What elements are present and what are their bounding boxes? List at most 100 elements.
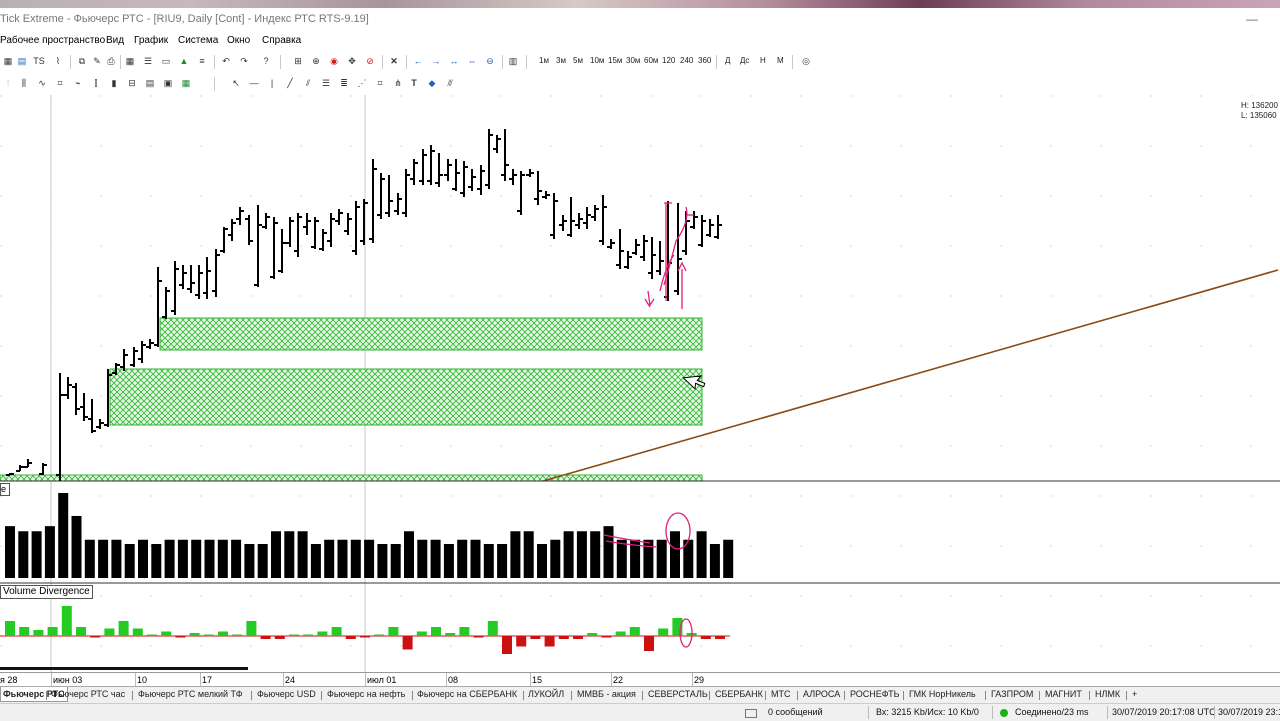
tf-120[interactable]: 120 xyxy=(662,56,675,65)
menu-system[interactable]: Система xyxy=(178,35,218,46)
zoom-out-icon[interactable]: ⊖ xyxy=(484,55,496,67)
layout-icon[interactable]: ▤ xyxy=(16,55,28,67)
period-week[interactable]: Н xyxy=(760,56,766,65)
tab-severstal[interactable]: СЕВЕРСТАЛЬ xyxy=(648,689,708,699)
window-icon[interactable]: ▭ xyxy=(160,55,172,67)
gann-icon[interactable]: ⋰ xyxy=(356,77,368,89)
arrow-tool-icon[interactable]: ⫻ xyxy=(444,77,456,89)
print-icon[interactable]: ⎙ xyxy=(105,55,117,67)
indicator-icon[interactable]: ⌗ xyxy=(54,77,66,89)
tab-alrosa[interactable]: АЛРОСА xyxy=(803,689,840,699)
menu-workspace[interactable]: Рабочее пространство xyxy=(0,35,105,46)
zoom-in-icon[interactable]: ⊕ xyxy=(310,55,322,67)
edit-icon[interactable]: ✎ xyxy=(91,55,103,67)
tf-15m[interactable]: 15м xyxy=(608,56,622,65)
divergence-bar xyxy=(118,621,129,636)
bar-chart-icon[interactable]: ⫶ xyxy=(2,77,14,89)
period-day-session[interactable]: Дс xyxy=(740,56,749,65)
pan-icon[interactable]: ✥ xyxy=(346,55,358,67)
period-day[interactable]: Д xyxy=(725,56,730,65)
tab-usd-futures[interactable]: Фьючерс USD xyxy=(257,689,316,699)
candle-icon[interactable]: ⫼ xyxy=(18,77,30,89)
tab-mts[interactable]: МТС xyxy=(771,689,791,699)
tab-lukoil[interactable]: ЛУКОЙЛ xyxy=(528,689,564,699)
text-tool-icon[interactable]: T xyxy=(408,77,420,89)
save-template-icon[interactable]: ▣ xyxy=(162,77,174,89)
scroll-right-icon[interactable]: → xyxy=(430,55,442,67)
zoom-fit-icon[interactable]: ⊞ xyxy=(292,55,304,67)
sync-icon[interactable]: ◎ xyxy=(800,55,812,67)
hline-icon[interactable]: — xyxy=(248,77,260,89)
channel-icon[interactable]: ⫽ xyxy=(302,77,314,89)
tf-360[interactable]: 360 xyxy=(698,56,711,65)
help-icon[interactable]: ? xyxy=(260,55,272,67)
tf-60m[interactable]: 60м xyxy=(644,56,658,65)
list-icon[interactable]: ☰ xyxy=(142,55,154,67)
scroll-left-icon[interactable]: ← xyxy=(412,55,424,67)
copy-icon[interactable]: ⧉ xyxy=(76,55,88,67)
menu-view[interactable]: Вид xyxy=(106,35,124,46)
tab-add[interactable]: + xyxy=(1132,689,1137,699)
undo-icon[interactable]: ↶ xyxy=(220,55,232,67)
tab-sber-futures[interactable]: Фьючерс на СБЕРБАНК xyxy=(417,689,517,699)
tf-30m[interactable]: 30м xyxy=(626,56,640,65)
volume-bar xyxy=(31,531,42,578)
fibo-icon[interactable]: ☰ xyxy=(320,77,332,89)
pitchfork-icon[interactable]: ⋔ xyxy=(392,77,404,89)
menu-chart[interactable]: График xyxy=(134,35,168,46)
price-chart[interactable] xyxy=(0,95,1280,672)
tf-1m[interactable]: 1м xyxy=(539,56,549,65)
tab-mmvb[interactable]: ММВБ - акция xyxy=(577,689,636,699)
divergence-bar xyxy=(218,631,228,636)
redo-icon[interactable]: ↷ xyxy=(238,55,250,67)
chart-area[interactable]: H: 136200 L: 135060 e Volume Divergence xyxy=(0,95,1280,672)
study-icon[interactable]: ⌁ xyxy=(72,77,84,89)
target-icon[interactable]: ◉ xyxy=(328,55,340,67)
tab-sberbank[interactable]: СБЕРБАНК xyxy=(715,689,763,699)
grid-icon[interactable]: ▦ xyxy=(2,55,14,67)
alert-icon[interactable]: ▲ xyxy=(178,55,190,67)
table-icon[interactable]: ▦ xyxy=(124,55,136,67)
tab-oil-futures[interactable]: Фьючерс на нефть xyxy=(327,689,405,699)
menu-help[interactable]: Справка xyxy=(262,35,301,46)
tab-gazprom[interactable]: ГАЗПРОМ xyxy=(991,689,1033,699)
green-bars-icon[interactable]: ▦ xyxy=(180,77,192,89)
tab-nlmk[interactable]: НЛМК xyxy=(1095,689,1120,699)
tab-nornickel[interactable]: ГМК НорНикель xyxy=(909,689,976,699)
stop-icon[interactable]: ⊘ xyxy=(364,55,376,67)
fibo-fan-icon[interactable]: ≣ xyxy=(338,77,350,89)
chart-icon[interactable]: ⌇ xyxy=(52,55,64,67)
tab-rosneft[interactable]: РОСНЕФТЬ xyxy=(850,689,900,699)
tf-3m[interactable]: 3м xyxy=(556,56,566,65)
compress-icon[interactable]: ⇔ xyxy=(466,55,478,67)
volume-bar xyxy=(191,539,202,578)
ohlc-icon[interactable]: ⫿ xyxy=(90,77,102,89)
cursor-icon[interactable]: ↖ xyxy=(230,77,242,89)
vline-icon[interactable]: | xyxy=(266,77,278,89)
tf-10m[interactable]: 10м xyxy=(590,56,604,65)
undo-list-icon[interactable]: ≡ xyxy=(196,55,208,67)
tab-magnit[interactable]: МАГНИТ xyxy=(1045,689,1082,699)
minimize-button[interactable]: — xyxy=(1246,12,1258,26)
volume-icon[interactable]: ▮ xyxy=(108,77,120,89)
shape-icon[interactable]: ◆ xyxy=(426,77,438,89)
message-icon[interactable] xyxy=(745,709,757,718)
volume-bar xyxy=(217,539,228,578)
volume-bar xyxy=(709,544,720,578)
pips-icon[interactable]: ▥ xyxy=(506,55,520,67)
expand-icon[interactable]: ↔ xyxy=(448,55,460,67)
cross-icon[interactable]: ⌗ xyxy=(374,77,386,89)
close-chart-icon[interactable]: ✕ xyxy=(388,55,400,67)
tf-5m[interactable]: 5м xyxy=(573,56,583,65)
messages-count[interactable]: 0 сообщений xyxy=(768,707,823,717)
ts-icon[interactable]: TS xyxy=(32,55,46,67)
line-chart-icon[interactable]: ∿ xyxy=(36,77,48,89)
template-icon[interactable]: ▤ xyxy=(144,77,156,89)
compare-icon[interactable]: ⊟ xyxy=(126,77,138,89)
period-month[interactable]: М xyxy=(777,56,784,65)
menu-window[interactable]: Окно xyxy=(227,35,250,46)
trendline-icon[interactable]: ╱ xyxy=(284,77,296,89)
tf-240[interactable]: 240 xyxy=(680,56,693,65)
tab-rts-hour[interactable]: Фьючерс РТС час xyxy=(51,689,125,699)
tab-rts-small-tf[interactable]: Фьючерс РТС мелкий ТФ xyxy=(138,689,243,699)
